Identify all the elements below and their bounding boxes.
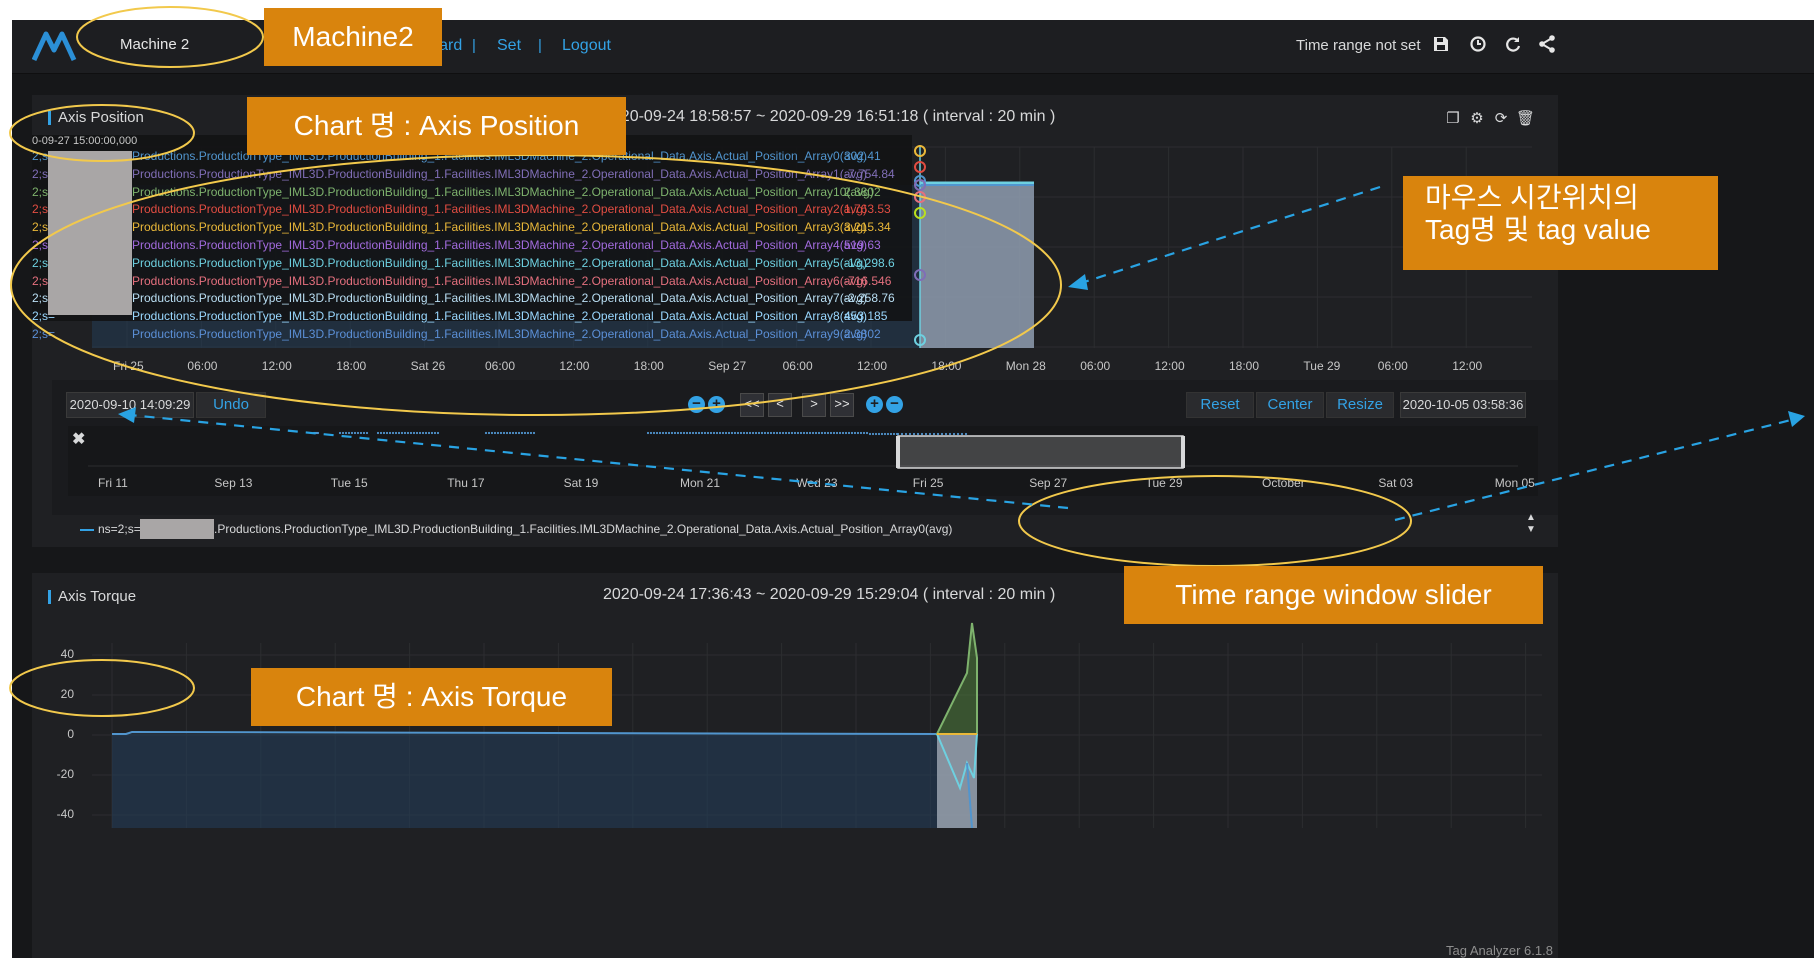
annotation-slider: Time range window slider xyxy=(1124,566,1543,624)
annotation-tooltip-line1: 마우스 시간위치의 xyxy=(1425,182,1639,213)
annotation-tooltip-line2: Tag명 및 tag value xyxy=(1425,214,1651,246)
annotation-chart1: Chart 명 : Axis Position xyxy=(247,97,626,155)
annotation-machine: Machine2 xyxy=(264,8,442,66)
annotation-tooltip-desc: 마우스 시간위치의 Tag명 및 tag value xyxy=(1403,176,1718,270)
annotation-chart2: Chart 명 : Axis Torque xyxy=(251,668,612,726)
